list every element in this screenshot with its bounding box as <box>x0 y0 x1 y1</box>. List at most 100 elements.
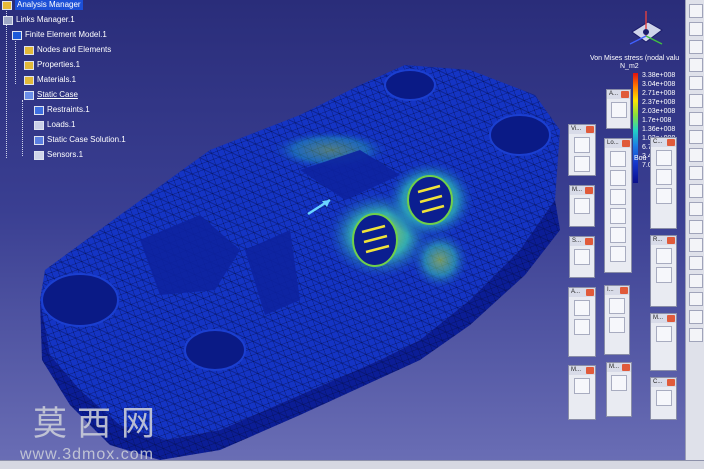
toolbar-button[interactable] <box>610 246 626 262</box>
toolbar-button[interactable] <box>688 148 703 162</box>
toolbar-button[interactable] <box>688 112 703 126</box>
toolbar-button[interactable] <box>574 249 590 265</box>
close-icon[interactable] <box>667 379 675 386</box>
toolbar-button[interactable] <box>688 58 703 72</box>
toolbar-button[interactable] <box>574 378 590 394</box>
toolbar-c2[interactable]: C... <box>650 377 677 420</box>
close-icon[interactable] <box>585 238 593 245</box>
toolbar-s1[interactable]: S... <box>569 236 595 278</box>
toolbar-button[interactable] <box>574 319 590 335</box>
toolbar-button[interactable] <box>688 76 703 90</box>
zoom-icon[interactable] <box>610 102 627 118</box>
tree-item-loads[interactable]: Loads.1 <box>34 120 75 130</box>
toolbar-a2[interactable]: A... <box>568 287 596 357</box>
toolbar-button[interactable] <box>688 166 703 180</box>
close-icon[interactable] <box>585 187 593 194</box>
toolbar-view[interactable]: Vi... <box>568 124 596 176</box>
toolbar-button[interactable] <box>655 150 672 166</box>
toolbar-button[interactable] <box>574 300 590 316</box>
toolbar-c1[interactable]: C... <box>650 137 677 229</box>
toolbar-button[interactable] <box>610 170 626 186</box>
tree-item-finite-element-model[interactable]: Finite Element Model.1 <box>12 30 107 40</box>
legend-value: 3.04e+008 <box>642 81 676 88</box>
tree-item-analysis-manager[interactable]: Analysis Manager <box>2 0 83 10</box>
toolbar-button[interactable] <box>688 94 703 108</box>
legend-title: Von Mises stress (nodal valu <box>590 55 680 62</box>
specification-tree: Analysis Manager Links Manager.1 Finite … <box>0 0 170 170</box>
toolbar-analysis[interactable]: A... <box>606 89 631 129</box>
legend-value: 2.37e+008 <box>642 99 676 106</box>
toolbar-button[interactable] <box>611 375 627 391</box>
tree-item-sensors[interactable]: Sensors.1 <box>34 150 83 160</box>
toolbar-button[interactable] <box>688 184 703 198</box>
compass-icon[interactable] <box>622 8 668 52</box>
3d-viewport[interactable]: Analysis Manager Links Manager.1 Finite … <box>0 0 704 469</box>
toolbar-button[interactable] <box>655 267 672 283</box>
toolbar-button[interactable] <box>655 169 672 185</box>
toolbar-button[interactable] <box>688 256 703 270</box>
toolbar-i1[interactable]: I... <box>604 285 630 355</box>
tree-item-static-case-solution[interactable]: Static Case Solution.1 <box>34 135 126 145</box>
loads-icon <box>34 120 44 130</box>
toolbar-button[interactable] <box>688 202 703 216</box>
close-icon[interactable] <box>667 237 675 244</box>
close-icon[interactable] <box>621 91 629 98</box>
static-case-icon <box>24 90 34 100</box>
tree-item-nodes-and-elements[interactable]: Nodes and Elements <box>24 45 111 55</box>
toolbar-m3[interactable]: M... <box>568 365 596 420</box>
finite-element-model-icon <box>12 30 22 40</box>
close-icon[interactable] <box>667 315 675 322</box>
tree-item-properties[interactable]: Properties.1 <box>24 60 80 70</box>
right-toolbar-strip[interactable] <box>685 0 704 469</box>
toolbar-button[interactable] <box>688 328 703 342</box>
legend-unit: N_m2 <box>620 63 639 70</box>
bottom-toolbar[interactable] <box>0 460 704 469</box>
toolbar-button[interactable] <box>610 189 626 205</box>
toolbar-m1[interactable]: M... <box>569 185 595 227</box>
toolbar-button[interactable] <box>609 298 625 314</box>
close-icon[interactable] <box>620 287 628 294</box>
toolbar-button[interactable] <box>688 238 703 252</box>
tree-item-materials[interactable]: Materials.1 <box>24 75 76 85</box>
toolbar-button[interactable] <box>688 130 703 144</box>
toolbar-button[interactable] <box>574 156 590 172</box>
toolbar-button[interactable] <box>688 4 703 18</box>
folder-icon <box>24 45 34 55</box>
close-icon[interactable] <box>586 126 594 133</box>
toolbar-m4[interactable]: M... <box>606 362 632 417</box>
toolbar-button[interactable] <box>610 208 626 224</box>
close-icon[interactable] <box>586 289 594 296</box>
toolbar-button[interactable] <box>574 198 590 214</box>
toolbar-button[interactable] <box>655 188 672 204</box>
tree-item-restraints[interactable]: Restraints.1 <box>34 105 90 115</box>
close-icon[interactable] <box>586 367 594 374</box>
close-icon[interactable] <box>622 140 630 147</box>
legend-bottom-label: Bou <box>634 155 647 162</box>
toolbar-button[interactable] <box>610 151 626 167</box>
toolbar-button[interactable] <box>688 220 703 234</box>
legend-value: 1.7e+008 <box>642 117 672 124</box>
folder-icon <box>24 75 34 85</box>
toolbar-m2[interactable]: M... <box>650 313 677 371</box>
toolbar-button[interactable] <box>574 137 590 153</box>
toolbar-button[interactable] <box>688 274 703 288</box>
toolbar-button[interactable] <box>688 310 703 324</box>
watermark-logo: 莫西网 <box>33 404 165 444</box>
close-icon[interactable] <box>622 364 630 371</box>
toolbar-loads[interactable]: Lo... <box>604 138 632 273</box>
toolbar-button[interactable] <box>688 22 703 36</box>
tree-item-static-case[interactable]: Static Case <box>24 90 78 100</box>
toolbar-r1[interactable]: R... <box>650 235 677 307</box>
tree-item-links-manager[interactable]: Links Manager.1 <box>3 15 75 25</box>
toolbar-button[interactable] <box>655 326 672 342</box>
legend-value: 1.36e+008 <box>642 126 676 133</box>
legend-value: 3.38e+008 <box>642 72 676 79</box>
toolbar-button[interactable] <box>655 248 672 264</box>
folder-icon <box>24 60 34 70</box>
toolbar-button[interactable] <box>610 227 626 243</box>
toolbar-button[interactable] <box>655 390 672 406</box>
toolbar-button[interactable] <box>609 317 625 333</box>
close-icon[interactable] <box>667 139 675 146</box>
toolbar-button[interactable] <box>688 292 703 306</box>
toolbar-button[interactable] <box>688 40 703 54</box>
